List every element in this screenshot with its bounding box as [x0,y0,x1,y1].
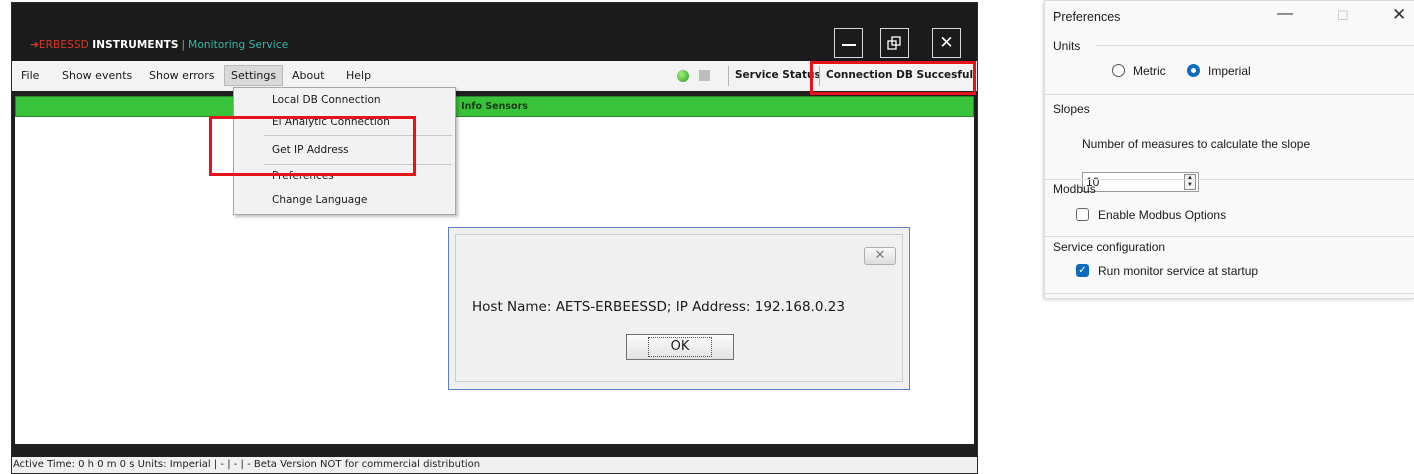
menu-settings[interactable]: Settings [224,65,284,86]
group-divider [1045,179,1414,180]
enable-modbus-checkbox[interactable] [1076,208,1089,221]
dialog-message: Host Name: AETS-ERBEESSD; IP Address: 19… [472,299,845,315]
restore-button[interactable] [880,28,909,58]
group-divider [1045,236,1414,237]
logo-service-name: Monitoring Service [188,39,289,51]
ip-address-dialog: ✕ Host Name: AETS-ERBEESSD; IP Address: … [448,227,910,390]
metric-label: Metric [1133,64,1166,78]
slopes-description: Number of measures to calculate the slop… [1082,137,1311,151]
highlight-connection-status [810,61,976,95]
service-config-group-label: Service configuration [1053,240,1166,254]
close-button[interactable]: ✕ [932,28,961,58]
minimize-icon [841,43,856,46]
status-bar: Active Time: 0 h 0 m 0 s Units: Imperial… [12,457,977,473]
close-icon: ✕ [874,248,886,263]
restore-icon [887,35,901,50]
close-icon: ✕ [939,33,954,53]
modbus-group-label: Modbus [1053,182,1096,196]
slope-spinner[interactable]: ▲ ▼ [1184,174,1196,190]
menu-help[interactable]: Help [346,69,371,82]
group-divider [1045,94,1414,95]
run-at-startup-label: Run monitor service at startup [1098,264,1259,278]
logo-separator: | [181,39,186,51]
menu-file[interactable]: File [21,69,39,82]
logo-brand-white: INSTRUMENTS [92,39,179,51]
menu-show-errors[interactable]: Show errors [149,69,215,82]
preferences-title: Preferences [1053,10,1121,24]
slopes-group-label: Slopes [1053,102,1090,116]
metric-radio[interactable] [1112,64,1125,77]
checkmark-icon: ✓ [1078,265,1087,276]
menu-show-events[interactable]: Show events [62,69,132,82]
ok-button-label: OK [647,337,713,357]
units-group-label: Units [1053,39,1081,53]
imperial-radio[interactable] [1187,64,1200,77]
logo-brand-red: ERBESSD [38,39,89,51]
status-led-gray-icon [699,70,710,81]
logo-mark: ➔ [30,39,39,51]
title-bar: ➔ERBESSD INSTRUMENTS | Monitoring Service … [12,3,977,61]
dialog-close-button[interactable]: ✕ [864,247,896,265]
app-logo: ➔ERBESSD INSTRUMENTS | Monitoring Service [30,39,288,51]
enable-modbus-label: Enable Modbus Options [1098,208,1227,222]
group-divider [1045,293,1414,294]
menu-item-local-db-connection[interactable]: Local DB Connection [272,94,381,106]
preferences-maximize-button[interactable]: ☐ [1337,8,1349,24]
menu-item-change-language[interactable]: Change Language [272,194,367,206]
info-sensors-header: Info Sensors [15,96,974,117]
slope-measures-input[interactable]: 10 [1082,172,1199,192]
highlight-get-ip-address [209,116,416,176]
preferences-window: Preferences — ☐ ✕ Units Metric Imperial … [1044,0,1414,299]
status-led-green-icon [677,70,689,82]
preferences-close-button[interactable]: ✕ [1392,5,1406,25]
preferences-minimize-button[interactable]: — [1277,5,1293,23]
screenshot-stage: ➔ERBESSD INSTRUMENTS | Monitoring Service … [0,0,1414,474]
minimize-button[interactable] [834,28,863,58]
menu-about[interactable]: About [292,69,325,82]
ok-button[interactable]: OK [626,334,734,360]
run-at-startup-checkbox[interactable]: ✓ [1076,264,1089,277]
imperial-label: Imperial [1208,64,1251,78]
dialog-body: ✕ Host Name: AETS-ERBEESSD; IP Address: … [455,234,903,382]
group-divider [1095,45,1414,46]
spin-down-icon: ▼ [1187,182,1193,188]
